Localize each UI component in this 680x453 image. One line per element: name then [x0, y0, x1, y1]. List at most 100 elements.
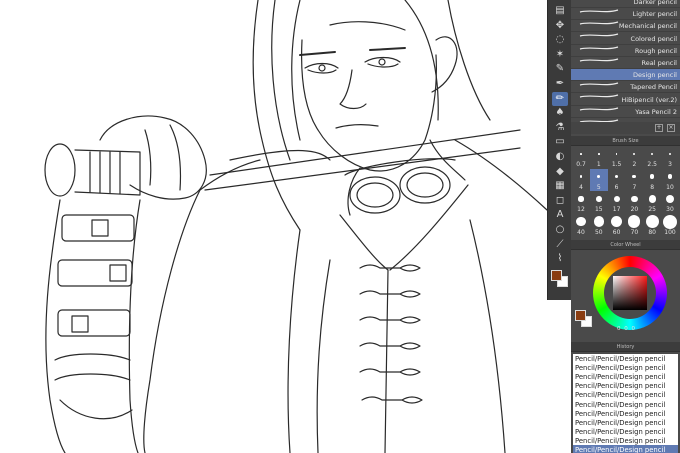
brush-size-option[interactable]: 0.7	[572, 146, 590, 168]
sub-tool-label: Darker pencil	[633, 0, 677, 6]
layer-icon[interactable]: ▤	[552, 4, 568, 18]
color-values-readout: 0 0 0	[617, 326, 636, 332]
brush-size-dot	[597, 174, 601, 179]
brush-size-option[interactable]: 12	[572, 191, 590, 213]
brush-size-option[interactable]: 8	[643, 169, 661, 191]
brush-size-option[interactable]: 80	[643, 214, 661, 236]
color-wheel-main-color[interactable]	[575, 310, 586, 321]
sub-tool-item[interactable]: Rough pencil	[571, 45, 680, 62]
brush-size-option[interactable]: 3	[661, 146, 679, 168]
brush-size-dot	[579, 175, 583, 178]
sub-tool-item[interactable]: Tapered Pencil	[571, 81, 680, 98]
sub-tool-panel-icons: + ×	[571, 122, 680, 134]
lasso-icon[interactable]: ◌	[552, 33, 568, 47]
brush-size-option[interactable]: 70	[625, 214, 643, 236]
sub-tool-item[interactable]: Yasa Pencil 2	[571, 106, 680, 123]
wand-icon[interactable]: ✶	[552, 48, 568, 62]
brush-size-dot	[645, 215, 659, 228]
add-sub-tool-icon[interactable]: +	[655, 124, 663, 132]
brush-size-option[interactable]: 50	[590, 214, 608, 236]
brush-size-dot	[610, 215, 623, 228]
brush-size-value: 1	[596, 161, 601, 168]
right-panels: Darker pencil Lighter pencil Mechanical pe…	[571, 0, 680, 453]
history-item[interactable]: Pencil/Pencil/Design pencil	[573, 445, 678, 453]
brush-size-option[interactable]: 7	[625, 169, 643, 191]
brush-size-value: 1.5	[611, 161, 622, 168]
fill-icon[interactable]: ◆	[552, 165, 568, 179]
sub-tool-item[interactable]: Lighter pencil	[571, 8, 680, 25]
sub-tool-label: Lighter pencil	[632, 10, 677, 19]
balloon-icon[interactable]: ○	[552, 223, 568, 237]
color-wheel-header: Color Wheel	[571, 240, 680, 250]
brush-icon[interactable]: ♠	[552, 106, 568, 120]
sub-tool-item[interactable]: Darker pencil	[571, 0, 680, 13]
color-chips[interactable]	[549, 268, 569, 292]
brush-stroke-preview	[579, 60, 619, 74]
brush-size-dot	[578, 196, 584, 202]
brush-size-option[interactable]: 40	[572, 214, 590, 236]
brush-size-value: 10	[666, 183, 674, 191]
brush-size-dot	[666, 195, 674, 203]
blend-icon[interactable]: ◐	[552, 150, 568, 164]
brush-size-option[interactable]: 1	[590, 146, 608, 168]
brush-size-option[interactable]: 1.5	[608, 146, 626, 168]
brush-size-option[interactable]: 2	[625, 146, 643, 168]
text-icon[interactable]: A	[552, 208, 568, 222]
brush-size-option[interactable]: 4	[572, 169, 590, 191]
brush-size-dot	[614, 174, 619, 179]
gradient-icon[interactable]: ▦	[552, 179, 568, 193]
sub-tool-label: Colored pencil	[630, 34, 677, 43]
brush-size-option[interactable]: 15	[590, 191, 608, 213]
figure-icon[interactable]: ◻	[552, 194, 568, 208]
tool-palette: ▤ ✥ ◌ ✶ ✎ ✒ ✏ ♠ ⚗ ▭ ◐ ◆ ▦ ◻ A ○ ⟋ ⌇	[547, 0, 571, 300]
drawing-canvas[interactable]	[0, 0, 547, 453]
brush-size-option[interactable]: 6	[608, 169, 626, 191]
sub-tool-label: Rough pencil	[634, 46, 677, 55]
brush-size-option[interactable]: 10	[661, 169, 679, 191]
sub-tool-item[interactable]: Design pencil	[571, 69, 680, 86]
brush-size-option[interactable]: 17	[608, 191, 626, 213]
brush-stroke-preview	[579, 36, 619, 50]
brush-size-dot	[595, 196, 602, 202]
sub-tool-item[interactable]: HiBipencil (ver.2)	[571, 94, 680, 111]
color-wheel-panel: Color Wheel 0 0 0	[571, 240, 680, 340]
brush-size-dot	[613, 196, 620, 202]
brush-size-dot	[633, 152, 636, 156]
brush-size-option[interactable]: 25	[643, 191, 661, 213]
eyedropper-icon[interactable]: ✎	[552, 62, 568, 76]
sub-tool-label: Real pencil	[641, 59, 677, 67]
brush-size-value: 40	[577, 228, 585, 236]
brush-size-option[interactable]: 60	[608, 214, 626, 236]
brush-size-value: 5	[596, 183, 601, 191]
airbrush-icon[interactable]: ⚗	[552, 121, 568, 135]
pencil-icon[interactable]: ✏	[552, 91, 568, 106]
brush-size-dot	[598, 153, 600, 155]
brush-stroke-preview	[579, 48, 619, 62]
eraser-icon[interactable]: ▭	[552, 135, 568, 149]
history-header: History	[571, 342, 680, 352]
history-panel: History Pencil/Pencil/Design pencil Penci…	[571, 342, 680, 453]
ruler-icon[interactable]: ⟋	[552, 238, 568, 252]
brush-size-option[interactable]: 20	[625, 191, 643, 213]
move-icon[interactable]: ✥	[552, 19, 568, 33]
brush-size-dot	[667, 174, 673, 179]
brush-size-option[interactable]: 100	[661, 214, 679, 236]
brush-size-option[interactable]: 30	[661, 191, 679, 213]
main-color-chip[interactable]	[551, 270, 562, 281]
brush-size-dot	[651, 152, 654, 156]
sub-tool-item[interactable]: Colored pencil	[571, 33, 680, 50]
pen-icon[interactable]: ✒	[552, 77, 568, 91]
brush-size-dot	[663, 214, 677, 229]
sub-tool-item[interactable]: Real pencil	[571, 57, 680, 74]
sub-tool-label: Tapered Pencil	[630, 83, 677, 92]
brush-size-value: 2	[632, 161, 637, 168]
correct-line-icon[interactable]: ⌇	[552, 252, 568, 266]
saturation-value-square[interactable]	[613, 276, 647, 310]
brush-size-option[interactable]: 5	[589, 168, 608, 191]
sub-tool-label: Design pencil	[633, 71, 677, 80]
sub-tool-item[interactable]: Mechanical pencil	[571, 20, 680, 37]
brush-stroke-preview	[579, 72, 619, 86]
brush-size-value: 15	[594, 206, 603, 213]
delete-sub-tool-icon[interactable]: ×	[667, 124, 675, 132]
brush-size-option[interactable]: 2.5	[643, 146, 661, 168]
